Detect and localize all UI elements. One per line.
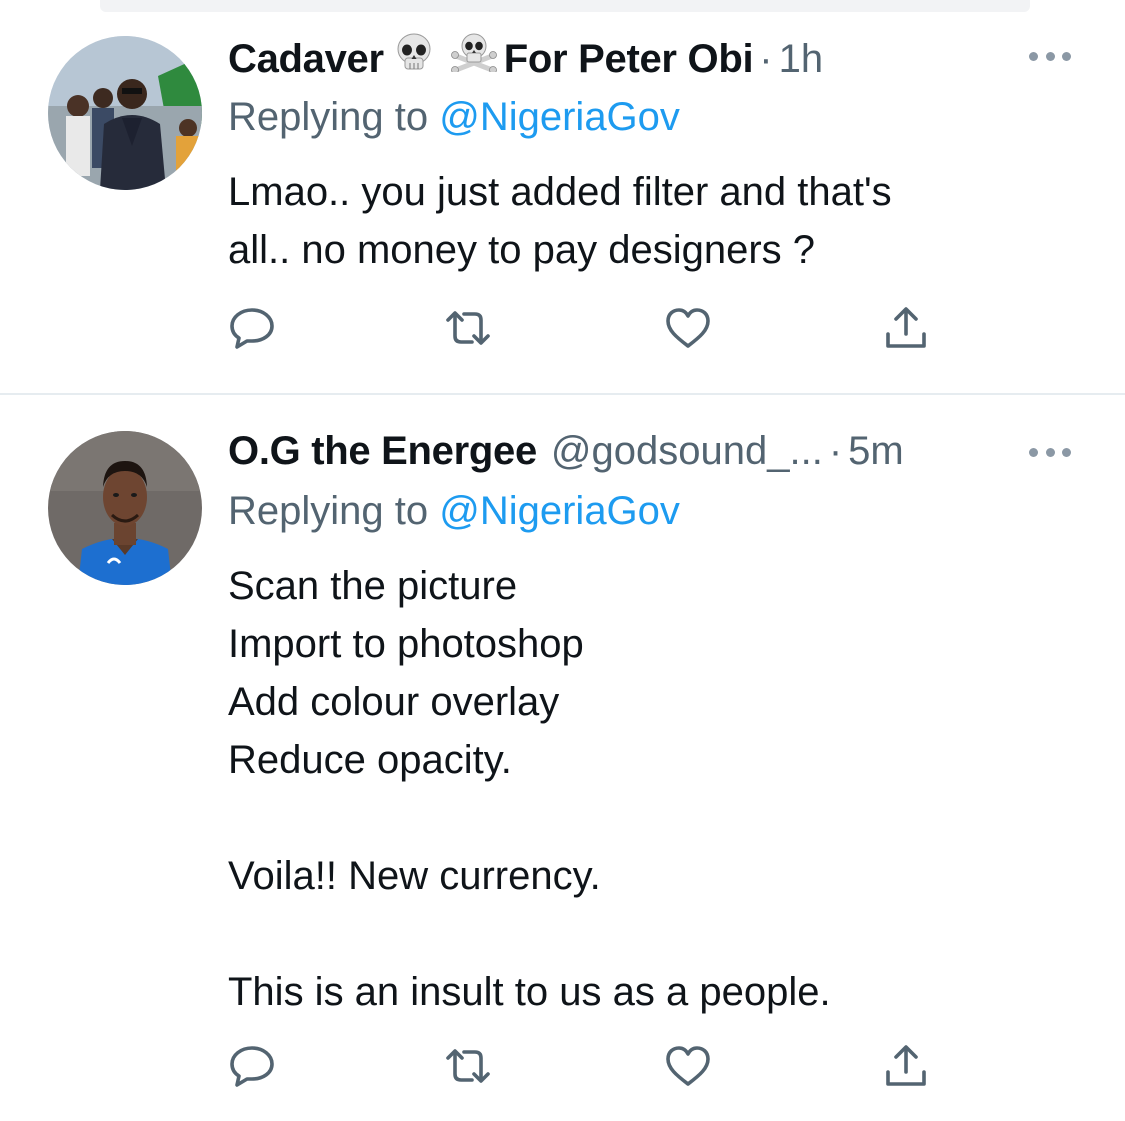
avatar[interactable]	[48, 431, 202, 585]
tweet-text-line	[228, 789, 1048, 847]
tweet-text-line: This is an insult to us as a people.	[228, 970, 831, 1014]
more-options-icon[interactable]	[1029, 446, 1071, 458]
tweet-text-line: Import to photoshop	[228, 622, 584, 666]
replying-to: Replying to @NigeriaGov	[228, 488, 680, 534]
mention-link[interactable]: @NigeriaGov	[439, 95, 680, 139]
tweet-text-line: Voila!! New currency.	[228, 854, 601, 898]
share-icon[interactable]	[882, 306, 930, 350]
display-name[interactable]: Cadaver	[228, 36, 384, 82]
tweet-text-line: Reduce opacity.	[228, 738, 512, 782]
retweet-icon[interactable]	[444, 1044, 492, 1088]
tweet-actions	[226, 1044, 946, 1088]
tweet-text-line: all.. no money to pay designers ?	[228, 228, 816, 272]
like-icon[interactable]	[664, 1044, 712, 1088]
tweet-header: Cadaver For Peter Obi · 1h	[228, 32, 823, 81]
replying-to: Replying to @NigeriaGov	[228, 94, 680, 140]
tweet-text-line: Scan the picture	[228, 564, 518, 608]
skull-emoji	[390, 32, 438, 72]
display-name-suffix[interactable]: For Peter Obi	[504, 36, 754, 82]
display-name[interactable]: O.G the Energee	[228, 428, 537, 474]
tweet-text-line: Add colour overlay	[228, 680, 560, 724]
timestamp[interactable]: 5m	[848, 428, 904, 474]
avatar[interactable]	[48, 36, 202, 190]
tweet-text-line	[228, 905, 1048, 963]
skull-and-crossbones-emoji	[450, 32, 498, 74]
timestamp[interactable]: 1h	[779, 36, 824, 82]
replying-to-label: Replying to	[228, 489, 440, 533]
reply-icon[interactable]	[228, 1044, 276, 1088]
user-handle[interactable]: @godsound_...	[551, 428, 823, 474]
tweet-text-line: Lmao.. you just added filter and that's	[228, 170, 892, 214]
like-icon[interactable]	[664, 306, 712, 350]
replying-to-label: Replying to	[228, 95, 440, 139]
share-icon[interactable]	[882, 1044, 930, 1088]
tweet[interactable]: O.G the Energee @godsound_... · 5m Reply…	[0, 396, 1125, 1121]
separator-dot: ·	[759, 37, 773, 81]
mention-link[interactable]: @NigeriaGov	[439, 489, 680, 533]
tweet-text: Scan the picture Import to photoshop Add…	[228, 557, 1048, 1021]
tweet-text: Lmao.. you just added filter and that's …	[228, 163, 1048, 279]
tweet[interactable]: Cadaver For Peter Obi · 1h Replying to @…	[0, 0, 1125, 395]
separator-dot: ·	[828, 429, 843, 473]
reply-icon[interactable]	[228, 306, 276, 350]
more-options-icon[interactable]	[1029, 50, 1071, 62]
tweet-header: O.G the Energee @godsound_... · 5m	[228, 428, 904, 474]
tweet-actions	[226, 306, 946, 350]
retweet-icon[interactable]	[444, 306, 492, 350]
